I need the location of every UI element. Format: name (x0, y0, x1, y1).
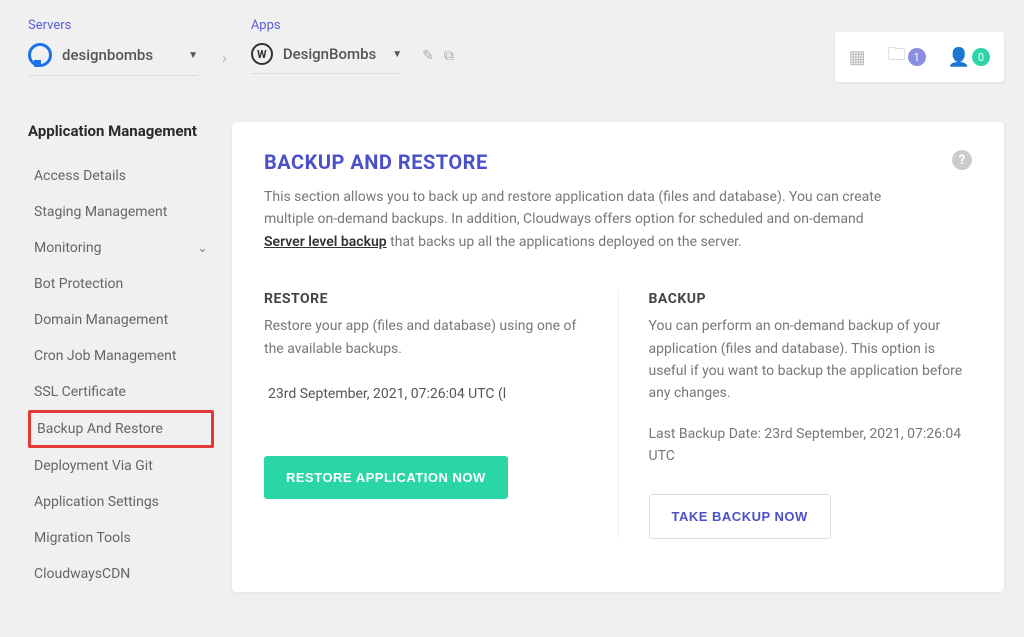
backup-select[interactable]: 23rd September, 2021, 07:26:04 UTC (l (264, 378, 588, 410)
take-backup-button[interactable]: TAKE BACKUP NOW (649, 494, 831, 539)
sidebar-item-access-details[interactable]: Access Details (28, 158, 214, 194)
sidebar-item-label: Monitoring (34, 240, 102, 256)
chevron-down-icon: ⌄ (197, 241, 208, 256)
sidebar-item-domain-management[interactable]: Domain Management (28, 302, 214, 338)
page-title: BACKUP AND RESTORE (264, 150, 488, 174)
sidebar: Application Management Access Details Sta… (28, 122, 214, 592)
breadcrumb-arrow-icon: › (222, 48, 227, 67)
team-icon[interactable]: 👤 0 (948, 47, 990, 68)
sidebar-item-application-settings[interactable]: Application Settings (28, 484, 214, 520)
sidebar-item-label: Deployment Via Git (34, 458, 153, 474)
sidebar-item-label: Application Settings (34, 494, 159, 510)
restore-button[interactable]: RESTORE APPLICATION NOW (264, 456, 508, 499)
server-icon[interactable]: ▦ (849, 47, 866, 68)
page-description: This section allows you to back up and r… (264, 186, 884, 253)
backup-title: BACKUP (649, 291, 973, 307)
projects-badge: 1 (908, 48, 926, 66)
sidebar-item-label: Access Details (34, 168, 126, 184)
wordpress-icon: W (251, 43, 273, 65)
restore-desc: Restore your app (files and database) us… (264, 315, 588, 360)
sidebar-item-label: SSL Certificate (34, 384, 126, 400)
backup-panel: BACKUP You can perform an on-demand back… (619, 291, 973, 538)
sidebar-item-cloudwayscdn[interactable]: CloudwaysCDN (28, 556, 214, 592)
app-name: DesignBombs (283, 45, 376, 63)
restore-title: RESTORE (264, 291, 588, 307)
sidebar-item-monitoring[interactable]: Monitoring ⌄ (28, 230, 214, 266)
digitalocean-icon (28, 43, 52, 67)
help-icon[interactable]: ? (952, 150, 972, 170)
servers-breadcrumb[interactable]: Servers designbombs ▼ (28, 18, 198, 76)
sidebar-item-deployment-via-git[interactable]: Deployment Via Git (28, 448, 214, 484)
content-panel: BACKUP AND RESTORE ? This section allows… (232, 122, 1004, 592)
sidebar-item-label: Bot Protection (34, 276, 123, 292)
backup-desc: You can perform an on-demand backup of y… (649, 315, 973, 405)
sidebar-item-cron-job-management[interactable]: Cron Job Management (28, 338, 214, 374)
chevron-down-icon[interactable]: ▼ (188, 50, 198, 61)
server-name: designbombs (62, 46, 172, 64)
servers-label: Servers (28, 18, 198, 33)
sidebar-item-label: Staging Management (34, 204, 167, 220)
projects-icon[interactable]: 🗀 1 (888, 42, 926, 72)
team-badge: 0 (972, 48, 990, 66)
apps-breadcrumb[interactable]: Apps W DesignBombs ▼ (251, 18, 402, 74)
restore-panel: RESTORE Restore your app (files and data… (264, 291, 619, 538)
sidebar-item-staging-management[interactable]: Staging Management (28, 194, 214, 230)
sidebar-item-label: Backup And Restore (37, 421, 163, 437)
sidebar-item-label: Cron Job Management (34, 348, 176, 364)
last-backup-date: Last Backup Date: 23rd September, 2021, … (649, 423, 973, 468)
sidebar-title: Application Management (28, 122, 214, 140)
sidebar-item-bot-protection[interactable]: Bot Protection (28, 266, 214, 302)
sidebar-item-label: Domain Management (34, 312, 168, 328)
sidebar-item-backup-and-restore[interactable]: Backup And Restore (28, 410, 214, 448)
sidebar-item-migration-tools[interactable]: Migration Tools (28, 520, 214, 556)
external-link-icon[interactable]: ⧉ (444, 48, 454, 64)
edit-icon[interactable]: ✎ (422, 48, 434, 64)
chevron-down-icon[interactable]: ▼ (392, 49, 402, 60)
sidebar-item-label: Migration Tools (34, 530, 131, 546)
apps-label: Apps (251, 18, 402, 33)
sidebar-item-ssl-certificate[interactable]: SSL Certificate (28, 374, 214, 410)
server-backup-link[interactable]: Server level backup (264, 234, 387, 250)
sidebar-item-label: CloudwaysCDN (34, 566, 130, 582)
